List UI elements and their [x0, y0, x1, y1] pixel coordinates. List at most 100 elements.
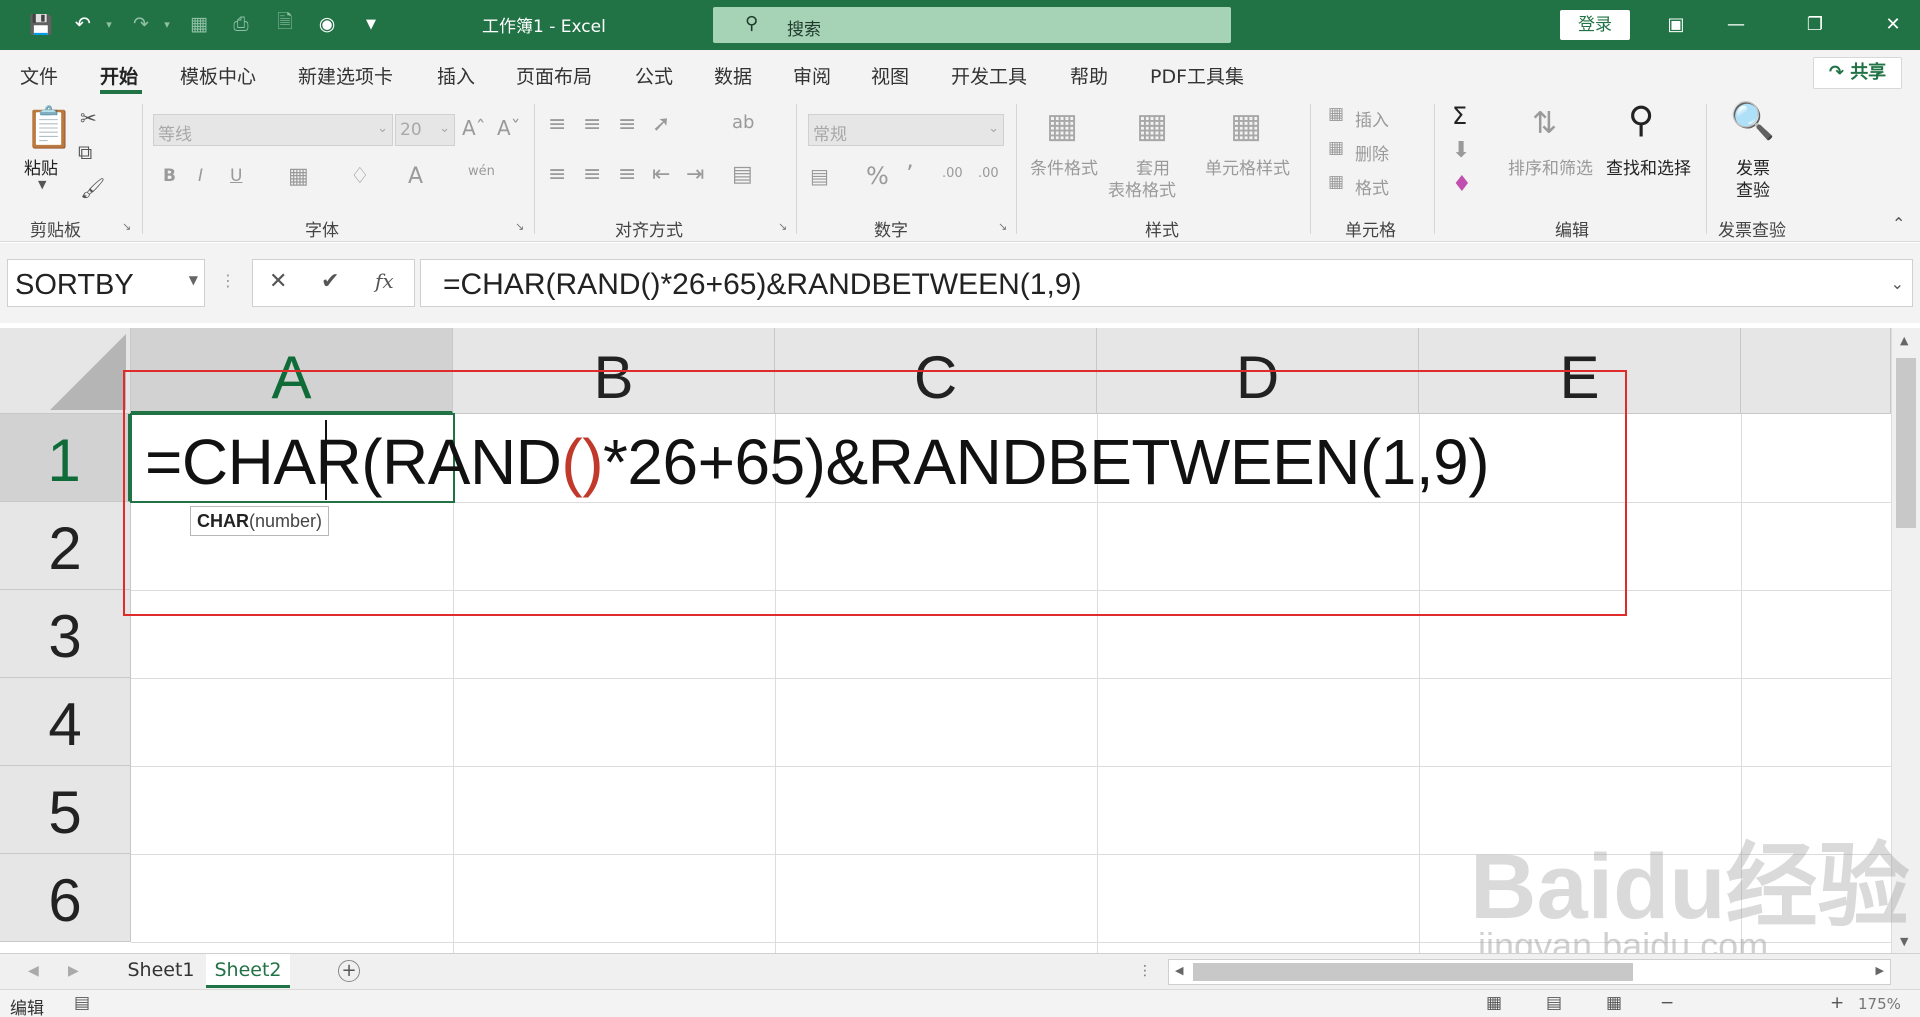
tab-pdf-tools[interactable]: PDF工具集 — [1150, 62, 1244, 89]
number-launcher-icon[interactable]: ↘ — [998, 220, 1007, 233]
page-break-view-icon[interactable]: ▦ — [1606, 993, 1622, 1013]
tab-view[interactable]: 视图 — [871, 62, 909, 89]
column-header-f[interactable] — [1741, 328, 1891, 414]
row-header-1[interactable]: 1 — [0, 414, 131, 502]
alignment-launcher-icon[interactable]: ↘ — [778, 220, 787, 233]
align-center-icon[interactable]: ≡ — [583, 162, 601, 187]
row-header-3[interactable]: 3 — [0, 590, 131, 678]
expand-formula-icon[interactable]: ⌄ — [1891, 274, 1904, 293]
tab-data[interactable]: 数据 — [714, 62, 752, 89]
zoom-in-icon[interactable]: + — [1830, 993, 1844, 1013]
name-box[interactable]: SORTBY ▼ — [7, 259, 205, 307]
row-header-6[interactable]: 6 — [0, 854, 131, 942]
tab-review[interactable]: 审阅 — [793, 62, 831, 89]
border-icon[interactable]: ▦ — [288, 164, 309, 189]
prev-sheet-icon[interactable]: ◀ — [28, 963, 39, 979]
format-cells-icon[interactable]: ▦ — [1328, 172, 1344, 192]
zoom-level[interactable]: 175% — [1858, 995, 1901, 1013]
conditional-format-icon[interactable]: ▦ — [1046, 106, 1078, 146]
export-pdf-icon[interactable]: 🗎 — [272, 11, 298, 37]
italic-icon[interactable]: I — [198, 166, 203, 186]
tab-home[interactable]: 开始 — [100, 62, 138, 89]
paste-dropdown-icon[interactable]: ▼ — [38, 178, 46, 191]
insert-cells-label[interactable]: 插入 — [1355, 106, 1389, 131]
format-as-table-label-2[interactable]: 表格格式 — [1108, 176, 1176, 201]
tab-formulas[interactable]: 公式 — [635, 62, 673, 89]
decrease-decimal-icon[interactable]: .00 — [978, 166, 999, 181]
horizontal-scroll-thumb[interactable] — [1193, 963, 1633, 981]
tab-new-tab[interactable]: 新建选项卡 — [298, 62, 393, 89]
tab-template-center[interactable]: 模板中心 — [180, 62, 256, 89]
scroll-up-icon[interactable]: ▲ — [1900, 334, 1908, 347]
autosum-icon[interactable]: Σ — [1452, 102, 1467, 130]
row-header-2[interactable]: 2 — [0, 502, 131, 590]
tab-file[interactable]: 文件 — [20, 62, 58, 89]
align-right-icon[interactable]: ≡ — [618, 162, 636, 187]
form-icon[interactable]: ▦ — [186, 11, 212, 37]
increase-font-icon[interactable]: Aˆ — [462, 116, 486, 140]
merge-center-icon[interactable]: ▤ — [732, 162, 753, 187]
align-middle-icon[interactable]: ≡ — [583, 112, 601, 137]
insert-function-icon[interactable]: fx — [375, 269, 394, 293]
cut-icon[interactable]: ✂ — [80, 106, 97, 130]
align-bottom-icon[interactable]: ≡ — [618, 112, 636, 137]
align-top-icon[interactable]: ≡ — [548, 112, 566, 137]
bold-icon[interactable]: B — [163, 166, 176, 186]
login-button[interactable]: 登录 — [1560, 10, 1630, 40]
font-size-select[interactable]: 20 ⌄ — [395, 114, 455, 146]
sheet-tab-sheet2[interactable]: Sheet2 — [206, 954, 290, 988]
clipboard-launcher-icon[interactable]: ↘ — [122, 220, 131, 233]
find-select-label[interactable]: 查找和选择 — [1606, 154, 1691, 179]
clear-icon[interactable]: ♦ — [1452, 172, 1472, 197]
formula-input[interactable]: =CHAR(RAND()*26+65)&RANDBETWEEN(1,9) ⌄ — [420, 259, 1913, 307]
increase-indent-icon[interactable]: ⇥ — [686, 162, 704, 187]
cell-styles-icon[interactable]: ▦ — [1230, 106, 1262, 146]
percent-icon[interactable]: % — [866, 162, 889, 190]
zoom-out-icon[interactable]: − — [1660, 993, 1674, 1013]
currency-icon[interactable]: ▤ — [810, 164, 829, 188]
scroll-left-icon[interactable]: ◀ — [1175, 964, 1183, 977]
orientation-icon[interactable]: ➚ — [652, 112, 670, 137]
collapse-ribbon-icon[interactable]: ⌃ — [1892, 214, 1905, 233]
format-cells-label[interactable]: 格式 — [1355, 174, 1389, 199]
phonetic-icon[interactable]: wén — [468, 164, 495, 179]
tab-split-icon[interactable]: ⋮ — [1138, 963, 1152, 979]
paste-label[interactable]: 粘贴 — [24, 154, 58, 179]
resize-dots-icon[interactable]: ⋮ — [220, 271, 236, 290]
undo-dropdown-icon[interactable]: ▾ — [96, 11, 122, 37]
autosave-circle-icon[interactable]: ◉ — [314, 11, 340, 37]
sort-filter-icon[interactable]: ⇅ — [1532, 106, 1557, 141]
undo-icon[interactable]: ↶ — [70, 11, 96, 37]
number-format-select[interactable]: 常规 ⌄ — [808, 114, 1004, 146]
font-name-select[interactable]: 等线 ⌄ — [153, 114, 393, 146]
accessibility-icon[interactable]: ▤ — [74, 993, 90, 1013]
search-box[interactable]: ⚲ 搜索 — [713, 7, 1231, 43]
comma-style-icon[interactable]: ’ — [906, 160, 914, 188]
row-header-5[interactable]: 5 — [0, 766, 131, 854]
insert-cells-icon[interactable]: ▦ — [1328, 104, 1344, 124]
customize-toolbar-icon[interactable]: ▼ — [358, 11, 384, 37]
sheet-tab-sheet1[interactable]: Sheet1 — [118, 954, 204, 988]
tab-page-layout[interactable]: 页面布局 — [516, 62, 592, 89]
wrap-text-icon[interactable]: ab — [732, 112, 754, 133]
scroll-right-icon[interactable]: ▶ — [1876, 964, 1884, 977]
paste-icon[interactable]: 📋 — [24, 104, 74, 151]
invoice-check-icon[interactable]: 🔍 — [1730, 100, 1775, 142]
tab-developer[interactable]: 开发工具 — [951, 62, 1027, 89]
print-preview-icon[interactable]: ⎙ — [228, 11, 254, 37]
fill-color-icon[interactable]: ♢ — [350, 164, 370, 189]
redo-icon[interactable]: ↷ — [128, 11, 154, 37]
align-left-icon[interactable]: ≡ — [548, 162, 566, 187]
save-icon[interactable]: 💾 — [28, 11, 54, 37]
copy-icon[interactable]: ⧉ — [78, 140, 92, 164]
delete-cells-label[interactable]: 删除 — [1355, 140, 1389, 165]
format-painter-icon[interactable]: 🖌 — [80, 176, 105, 200]
share-button[interactable]: ↷ 共享 — [1813, 57, 1902, 89]
next-sheet-icon[interactable]: ▶ — [68, 963, 79, 979]
vertical-scroll-thumb[interactable] — [1896, 358, 1916, 528]
decrease-font-icon[interactable]: Aˇ — [497, 116, 521, 140]
underline-icon[interactable]: U — [230, 166, 242, 186]
invoice-label-2[interactable]: 查验 — [1736, 176, 1770, 201]
tab-insert[interactable]: 插入 — [437, 62, 475, 89]
fill-icon[interactable]: ⬇ — [1452, 138, 1470, 163]
